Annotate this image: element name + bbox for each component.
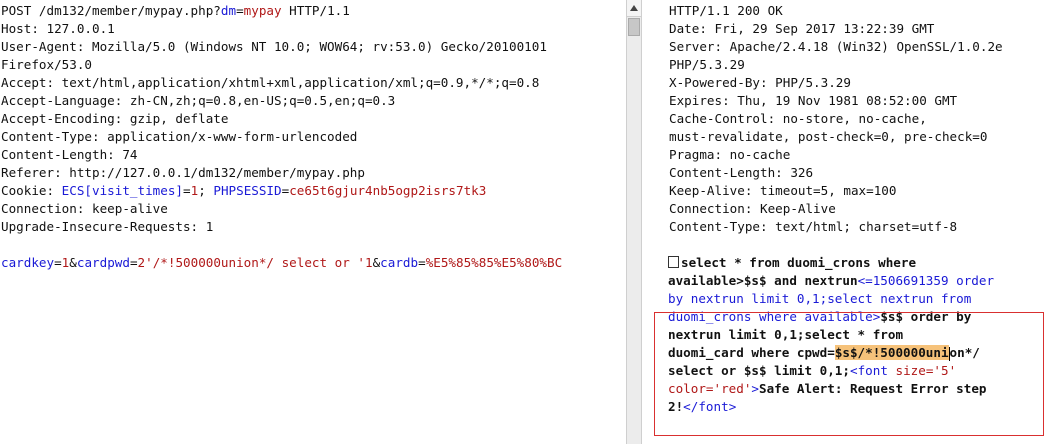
header-accept-language: Accept-Language: zh-CN,zh;q=0.8,en-US;q=… [1,93,396,108]
response-body-line-2: available>$s$ and nextrun<=1506691359 or… [668,273,995,288]
response-header-content-type: Content-Type: text/html; charset=utf-8 [669,219,958,234]
response-body-line-1: select * from duomi_crons where [668,254,916,272]
header-cookie: Cookie: ECS[visit_times]=1; PHPSESSID=ce… [1,183,487,198]
query-param-value: mypay [243,3,282,18]
header-content-length: Content-Length: 74 [1,147,138,162]
request-pane[interactable]: POST /dm132/member/mypay.php?dm=mypay HT… [0,0,626,444]
header-user-agent: User-Agent: Mozilla/5.0 (Windows NT 10.0… [1,39,547,54]
header-accept-encoding: Accept-Encoding: gzip, deflate [1,111,229,126]
response-header-server: Server: Apache/2.4.18 (Win32) OpenSSL/1.… [669,39,1003,54]
scroll-up-arrow-icon[interactable] [627,0,641,17]
query-param-key: dm [220,3,237,18]
response-header-connection: Connection: Keep-Alive [669,201,836,216]
response-header-x-powered-by: X-Powered-By: PHP/5.3.29 [669,75,851,90]
scroll-thumb[interactable] [628,18,640,36]
header-accept: Accept: text/html,application/xhtml+xml,… [1,75,540,90]
response-header-cache-control: Cache-Control: no-store, no-cache, [669,111,927,126]
header-upgrade-insecure: Upgrade-Insecure-Requests: 1 [1,219,214,234]
response-header-cache-control-cont: must-revalidate, post-check=0, pre-check… [669,129,988,144]
header-user-agent-cont: Firefox/53.0 [1,57,92,72]
response-header-expires: Expires: Thu, 19 Nov 1981 08:52:00 GMT [669,93,958,108]
response-header-content-length: Content-Length: 326 [669,165,814,180]
request-line: POST /dm132/member/mypay.php?dm=mypay HT… [1,3,350,18]
header-referer: Referer: http://127.0.0.1/dm132/member/m… [1,165,365,180]
request-scrollbar[interactable] [626,0,642,444]
header-host: Host: 127.0.0.1 [1,21,115,36]
request-body: cardkey=1&cardpwd=2'/*!500000union*/ sel… [1,255,563,270]
header-content-type: Content-Type: application/x-www-form-url… [1,129,358,144]
annotation-box [654,312,1044,436]
response-header-keep-alive: Keep-Alive: timeout=5, max=100 [669,183,897,198]
response-header-pragma: Pragma: no-cache [669,147,791,162]
unknown-char-glyph [668,256,679,268]
header-connection: Connection: keep-alive [1,201,168,216]
response-header-server-cont: PHP/5.3.29 [669,57,745,72]
response-body-line-3: by nextrun limit 0,1;select nextrun from [668,291,972,306]
response-header-date: Date: Fri, 29 Sep 2017 13:22:39 GMT [669,21,935,36]
response-status-line: HTTP/1.1 200 OK [669,3,783,18]
